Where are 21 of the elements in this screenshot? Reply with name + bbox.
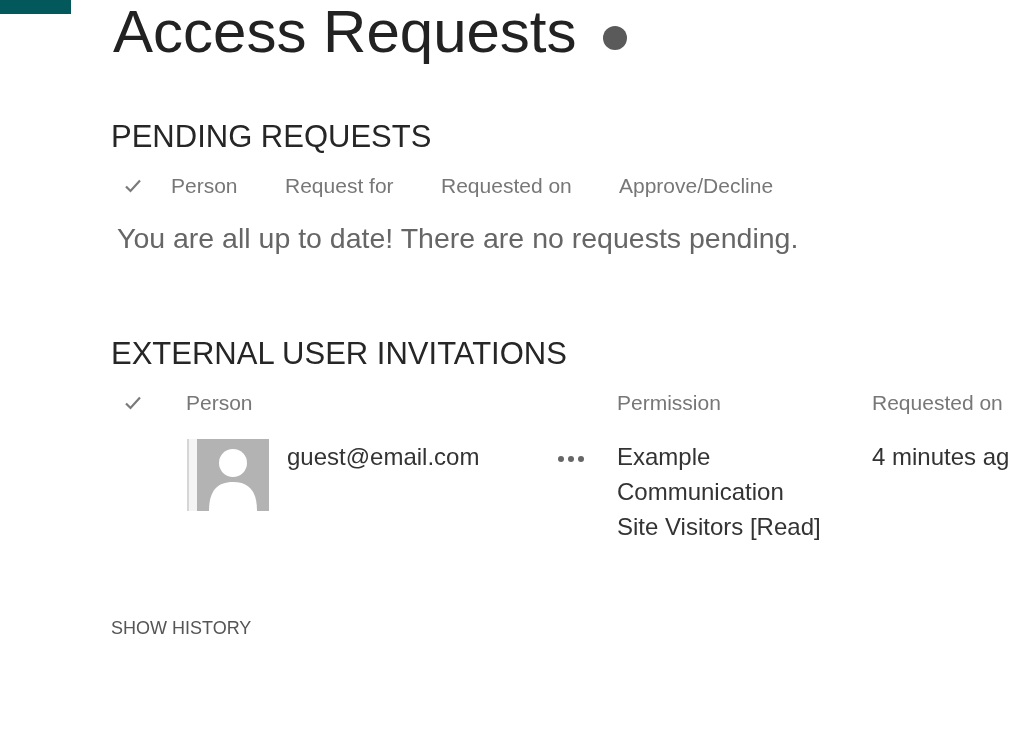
column-header: Person bbox=[186, 390, 253, 416]
column-header: Request for bbox=[285, 173, 394, 199]
section-heading: PENDING REQUESTS bbox=[111, 118, 433, 155]
section-heading: EXTERNAL USER INVITATIONS bbox=[111, 335, 568, 372]
ellipsis-icon bbox=[557, 456, 585, 462]
more-button[interactable] bbox=[557, 456, 585, 462]
column-header: Requested on bbox=[872, 390, 1003, 416]
page-title: Access Requests bbox=[113, 0, 577, 64]
empty-message: You are all up to date! There are no requests pending. bbox=[117, 221, 800, 256]
requested-time: 4 minutes ag bbox=[872, 442, 1011, 472]
check-icon[interactable] bbox=[125, 396, 141, 410]
check-icon[interactable] bbox=[125, 179, 141, 193]
permission-text: Example Communication Site Visitors [Read] bbox=[617, 442, 822, 542]
column-header: Requested on bbox=[441, 173, 572, 199]
show-history-link[interactable]: SHOW HISTORY bbox=[111, 616, 252, 640]
person-email: guest@email.com bbox=[287, 442, 480, 472]
column-header: Person bbox=[171, 173, 238, 199]
column-header: Approve/Decline bbox=[619, 173, 774, 199]
column-header: Permission bbox=[617, 390, 721, 416]
logo-tile[interactable] bbox=[0, 0, 71, 14]
circle-icon[interactable] bbox=[602, 26, 627, 50]
